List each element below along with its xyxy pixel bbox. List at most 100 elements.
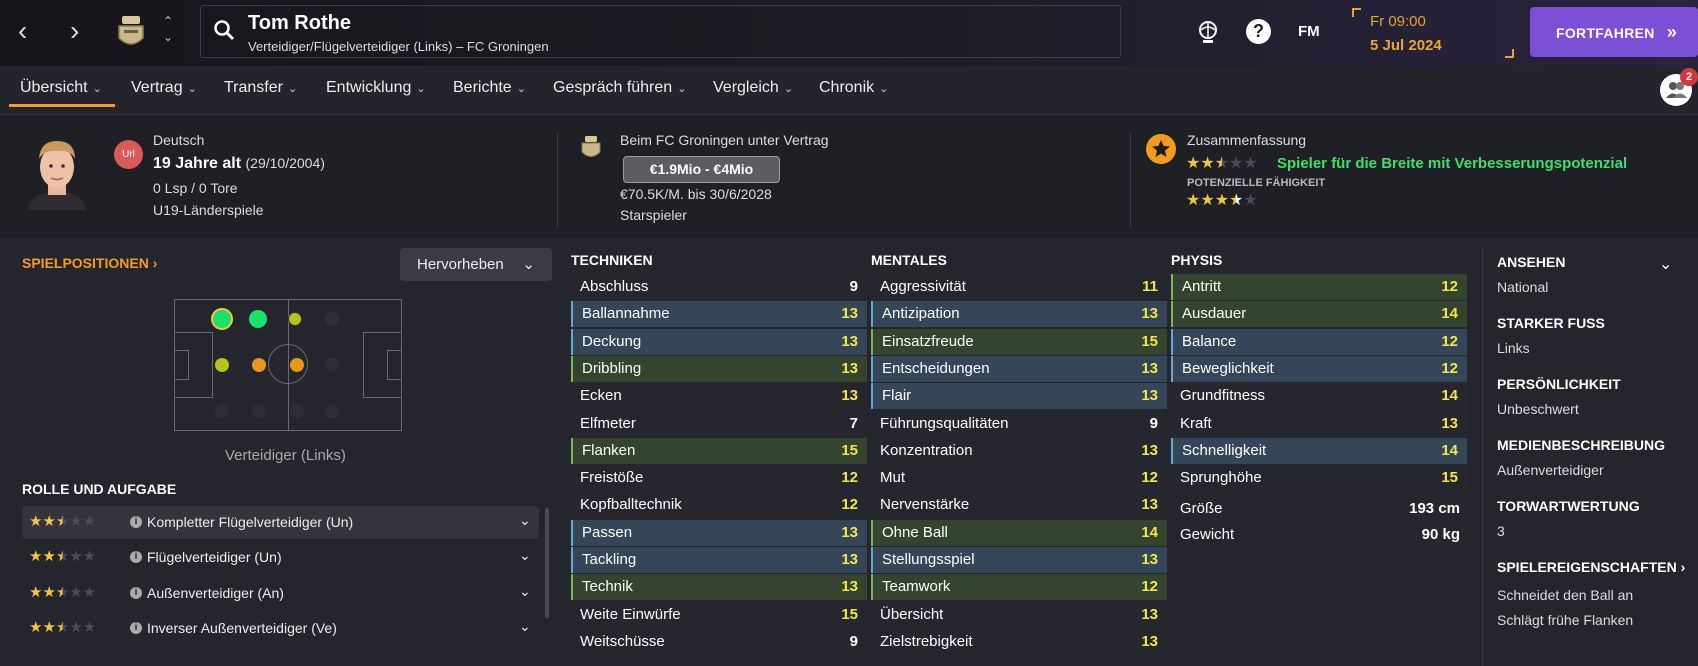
attribute-row[interactable]: Deckung 13	[571, 328, 867, 355]
globe-icon[interactable]	[1197, 20, 1219, 44]
chevron-down-icon: ⌄	[783, 83, 794, 95]
youth-caps[interactable]: U19-Länderspiele	[153, 202, 264, 218]
attribute-row[interactable]: Grundfitness 14	[1171, 383, 1467, 410]
chevron-down-icon[interactable]: ⌄	[163, 30, 173, 44]
attribute-row[interactable]: Ecken 13	[571, 383, 867, 410]
info-icon[interactable]: i	[130, 551, 142, 563]
position-dot-mr[interactable]	[290, 404, 304, 418]
attribute-row[interactable]: Beweglichkeit 12	[1171, 355, 1467, 382]
position-dot-dr[interactable]	[215, 404, 229, 418]
attribute-value: 15	[1441, 469, 1458, 487]
chevron-down-icon[interactable]: ⌄	[519, 512, 531, 529]
position-dot-amr[interactable]	[325, 404, 339, 418]
attribute-row[interactable]: Passen 13	[571, 519, 867, 546]
attribute-row[interactable]: Ausdauer 14	[1171, 301, 1467, 328]
highlight-dropdown[interactable]: Hervorheben ⌄	[400, 248, 552, 281]
help-icon[interactable]: ?	[1246, 19, 1271, 44]
attribute-row[interactable]: Balance 12	[1171, 328, 1467, 355]
attribute-row[interactable]: Aggressivität 11	[871, 274, 1167, 300]
attribute-name: Einsatzfreude	[882, 332, 974, 350]
attribute-row[interactable]: Technik 13	[571, 574, 867, 601]
attribute-name: Ecken	[580, 387, 622, 405]
chevron-up-icon[interactable]: ⌃	[163, 14, 173, 28]
attribute-row[interactable]: Weitschüsse 9	[571, 628, 867, 655]
attribute-row[interactable]: Teamwork 12	[871, 574, 1167, 601]
attribute-row[interactable]: Ohne Ball 14	[871, 519, 1167, 546]
attribute-row[interactable]: Führungsqualitäten 9	[871, 410, 1167, 437]
info-icon[interactable]: i	[130, 516, 142, 528]
info-icon[interactable]: i	[130, 587, 142, 599]
attribute-value: 7	[849, 414, 858, 432]
info-icon[interactable]: i	[130, 622, 142, 634]
attribute-row[interactable]: Konzentration 13	[871, 437, 1167, 464]
tab-berichte[interactable]: Berichte ⌄	[453, 79, 526, 97]
position-dot-aml[interactable]	[325, 312, 339, 326]
attribute-row[interactable]: Kopfballtechnik 12	[571, 492, 867, 519]
forward-arrow-icon[interactable]: ›	[70, 16, 79, 46]
chevron-down-icon[interactable]: ⌄	[519, 583, 531, 600]
attribute-row[interactable]: Elfmeter 7	[571, 410, 867, 437]
position-dot-dc[interactable]	[215, 358, 229, 372]
position-dot-ml[interactable]	[288, 312, 302, 326]
search-icon[interactable]	[213, 19, 235, 41]
position-dot-dl[interactable]	[211, 308, 233, 330]
attribute-row[interactable]: Stellungsspiel 13	[871, 547, 1167, 573]
attribute-row[interactable]: Nervenstärke 13	[871, 492, 1167, 519]
role-row[interactable]: ★★★★★ i Inverser Außenverteidiger (Ve) ⌄	[22, 612, 539, 645]
chevron-down-icon[interactable]: ⌄	[519, 547, 531, 564]
attribute-row[interactable]: Kraft 13	[1171, 410, 1467, 437]
tab-uebersicht[interactable]: Übersicht ⌄	[20, 79, 102, 97]
attribute-row[interactable]: Schnelligkeit 14	[1171, 437, 1467, 464]
club-crest-icon[interactable]	[113, 12, 149, 52]
attribute-row[interactable]: Freistöße 12	[571, 465, 867, 492]
attribute-row[interactable]: Dribbling 13	[571, 355, 867, 382]
attribute-row[interactable]: Ballannahme 13	[571, 301, 867, 328]
role-row[interactable]: ★★★★★ i Flügelverteidiger (Un) ⌄	[22, 541, 539, 574]
tab-label: Transfer	[224, 79, 283, 96]
attribute-row[interactable]: Abschluss 9	[571, 274, 867, 300]
positions-title[interactable]: SPIELPOSITIONEN ›	[22, 255, 157, 271]
attribute-value: 12	[1141, 469, 1158, 487]
chevron-down-icon: ⌄	[187, 83, 197, 95]
tab-transfer[interactable]: Transfer ⌄	[224, 79, 297, 97]
chevron-down-icon[interactable]: ⌄	[519, 618, 531, 635]
attribute-row[interactable]: Zielstrebigkeit 13	[871, 628, 1167, 655]
continue-button[interactable]: FORTFAHREN »	[1530, 7, 1698, 57]
attribute-row[interactable]: Flanken 15	[571, 437, 867, 464]
role-row[interactable]: ★★★★★ i Kompletter Flügelverteidiger (Un…	[22, 506, 539, 539]
tab-vergleich[interactable]: Vergleich ⌄	[713, 79, 793, 97]
attribute-value: 13	[841, 578, 858, 596]
fm-menu-icon[interactable]: FM	[1298, 23, 1320, 40]
tab-entwicklung[interactable]: Entwicklung ⌄	[326, 79, 426, 97]
position-dot-mc[interactable]	[290, 358, 304, 372]
traits-title[interactable]: SPIELEREIGENSCHAFTEN ›	[1497, 559, 1685, 575]
attribute-row[interactable]: Entscheidungen 13	[871, 355, 1167, 382]
tab-gespraech-fuehren[interactable]: Gespräch führen ⌄	[553, 79, 686, 97]
position-dot-dm[interactable]	[252, 358, 266, 372]
nationality: Deutsch	[153, 132, 205, 148]
attribute-value: 13	[1141, 551, 1158, 568]
roles-scrollbar[interactable]	[545, 508, 549, 618]
tab-chronik[interactable]: Chronik ⌄	[819, 79, 888, 97]
attribute-row[interactable]: Antizipation 13	[871, 301, 1167, 328]
attribute-row[interactable]: Mut 12	[871, 465, 1167, 492]
attribute-value: 12	[1441, 332, 1458, 350]
attribute-row[interactable]: Flair 13	[871, 383, 1167, 410]
position-dot-wbl[interactable]	[249, 310, 267, 328]
back-arrow-icon[interactable]: ‹	[18, 16, 27, 46]
attribute-row[interactable]: Einsatzfreude 15	[871, 328, 1167, 355]
position-dot-amc[interactable]	[325, 358, 339, 372]
chevron-down-icon[interactable]: ⌄	[1659, 254, 1672, 274]
transfer-value-pill[interactable]: €1.9Mio - €4Mio	[623, 156, 780, 183]
chevron-down-icon: ⌄	[522, 256, 535, 273]
attribute-row[interactable]: Sprunghöhe 15	[1171, 465, 1467, 492]
attribute-row[interactable]: Antritt 12	[1171, 274, 1467, 300]
role-row[interactable]: ★★★★★ i Außenverteidiger (An) ⌄	[22, 577, 539, 610]
position-dot-wbr[interactable]	[252, 404, 266, 418]
attribute-row[interactable]: Weite Einwürfe 15	[571, 601, 867, 628]
attribute-row[interactable]: Übersicht 13	[871, 601, 1167, 628]
attribute-row[interactable]: Tackling 13	[571, 547, 867, 573]
tab-vertrag[interactable]: Vertrag ⌄	[131, 79, 197, 97]
player-search-box[interactable]: Tom Rothe Verteidiger/Flügelverteidiger …	[200, 5, 1121, 58]
attribute-name: Grundfitness	[1180, 387, 1266, 405]
